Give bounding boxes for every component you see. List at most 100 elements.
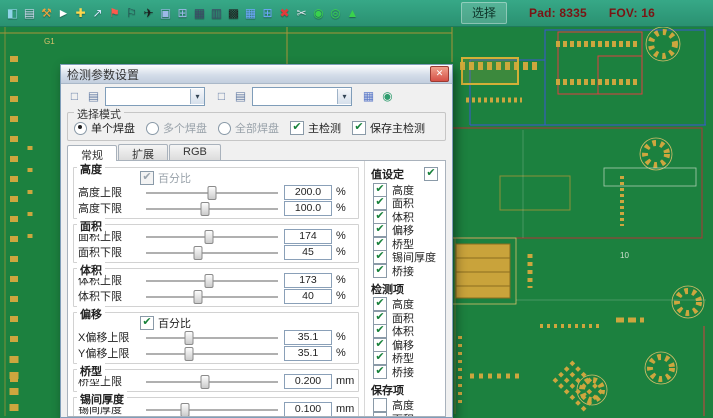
item-checkbox[interactable]: ✔ (373, 365, 387, 379)
slider[interactable] (144, 330, 280, 345)
slider-thumb[interactable] (201, 375, 210, 389)
item-checkbox[interactable]: ✔ (373, 223, 387, 237)
check-item[interactable]: ✔桥接 (371, 365, 441, 379)
jump-arrow-icon[interactable]: ↗ (89, 3, 106, 23)
checkbox-icon[interactable]: ✔ (290, 121, 304, 135)
item-checkbox[interactable]: ✔ (373, 324, 387, 338)
checkbox-icon[interactable]: ✔ (352, 121, 366, 135)
value-input[interactable] (284, 402, 332, 417)
new-profile-icon[interactable]: □ (66, 88, 83, 105)
value-input[interactable] (284, 273, 332, 288)
cut-icon[interactable]: ✂ (293, 3, 310, 23)
check-item[interactable]: ✔桥接 (371, 264, 441, 278)
value-input[interactable] (284, 346, 332, 361)
slider[interactable] (144, 201, 280, 216)
slider-thumb[interactable] (184, 347, 193, 361)
slider-thumb[interactable] (205, 230, 214, 244)
slider[interactable] (144, 346, 280, 361)
film-icon[interactable]: ▩ (225, 3, 242, 23)
item-checkbox[interactable]: ✔ (373, 196, 387, 210)
slider-thumb[interactable] (208, 186, 217, 200)
main-inspect-checkbox[interactable]: ✔主检测 (290, 120, 341, 136)
open-template-icon[interactable]: ▤ (232, 88, 249, 105)
value-input[interactable] (284, 330, 332, 345)
slider[interactable] (144, 289, 280, 304)
move-tool-icon[interactable]: ✚ (72, 3, 89, 23)
slider[interactable] (144, 185, 280, 200)
item-checkbox[interactable]: ✔ (373, 297, 387, 311)
slider-thumb[interactable] (180, 403, 189, 417)
value-input[interactable] (284, 201, 332, 216)
dialog-titlebar[interactable]: 检测参数设置 ✕ (61, 65, 452, 84)
confirm-icon[interactable]: ◉ (379, 88, 396, 105)
value-input[interactable] (284, 185, 332, 200)
grid-add-icon[interactable]: ⊞ (174, 3, 191, 23)
profile-combo-2[interactable]: ▾ (252, 87, 352, 106)
slider-thumb[interactable] (194, 246, 203, 260)
item-checkbox[interactable]: ✔ (373, 338, 387, 352)
percent-checkbox-row[interactable]: ✔百分比 (140, 171, 354, 184)
close-button[interactable]: ✕ (430, 66, 449, 82)
radio-icon[interactable] (146, 122, 159, 135)
array-blue-icon[interactable]: ▦ (242, 3, 259, 23)
new-template-icon[interactable]: □ (213, 88, 230, 105)
tools-icon[interactable]: ⚒ (38, 3, 55, 23)
slider[interactable] (144, 273, 280, 288)
panel-header-checkbox[interactable]: ✔ (424, 167, 438, 181)
item-checkbox[interactable]: ✔ (373, 237, 387, 251)
slider[interactable] (144, 229, 280, 244)
tab-RGB[interactable]: RGB (169, 144, 221, 160)
slider[interactable] (144, 245, 280, 260)
item-checkbox[interactable] (373, 412, 387, 416)
delete-icon[interactable]: ✖ (276, 3, 293, 23)
open-profile-icon[interactable]: ▤ (85, 88, 102, 105)
item-checkbox[interactable]: ✔ (373, 264, 387, 278)
value-input[interactable] (284, 229, 332, 244)
slider[interactable] (144, 374, 280, 389)
table-view-icon[interactable]: ▦ (360, 88, 377, 105)
check-item[interactable]: 面积 (371, 412, 441, 416)
value-input[interactable] (284, 245, 332, 260)
flag-marker-icon[interactable]: ⚐ (123, 3, 140, 23)
profile-combo-1[interactable]: ▾ (105, 87, 205, 106)
matrix-blue-icon[interactable]: ⊞ (259, 3, 276, 23)
select-mode-button[interactable]: 选择 (461, 2, 507, 24)
radio-multi-pad[interactable]: 多个焊盘 (146, 120, 207, 136)
percent-checkbox[interactable]: ✔ (140, 316, 154, 330)
rows-icon[interactable]: ▥ (208, 3, 225, 23)
item-checkbox[interactable]: ✔ (373, 250, 387, 264)
select-cursor-icon[interactable]: ► (55, 3, 72, 23)
save-icon[interactable]: ▤ (21, 3, 38, 23)
slider[interactable] (144, 402, 280, 417)
slider-thumb[interactable] (184, 331, 193, 345)
value-input[interactable] (284, 289, 332, 304)
capture-icon[interactable]: ◧ (4, 3, 21, 23)
table-icon[interactable]: ▦ (191, 3, 208, 23)
slider-thumb[interactable] (194, 290, 203, 304)
tab-扩展[interactable]: 扩展 (118, 144, 168, 160)
dropdown-arrow-icon[interactable]: ▾ (337, 89, 351, 104)
radio-all-pads[interactable]: 全部焊盘 (218, 120, 279, 136)
item-checkbox[interactable]: ✔ (373, 311, 387, 325)
item-checkbox[interactable]: ✔ (373, 210, 387, 224)
value-input[interactable] (284, 374, 332, 389)
percent-checkbox-row[interactable]: ✔百分比 (140, 316, 354, 329)
dropdown-arrow-icon[interactable]: ▾ (190, 89, 204, 104)
pin-marker-icon[interactable]: ⚑ (106, 3, 123, 23)
frame-select-icon[interactable]: ▣ (157, 3, 174, 23)
percent-checkbox[interactable]: ✔ (140, 171, 154, 185)
radio-icon[interactable] (74, 122, 87, 135)
slider-thumb[interactable] (205, 274, 214, 288)
item-checkbox[interactable] (373, 398, 387, 412)
item-checkbox[interactable]: ✔ (373, 183, 387, 197)
up-icon[interactable]: ▲ (344, 3, 361, 23)
navigate-icon[interactable]: ✈ (140, 3, 157, 23)
item-checkbox[interactable]: ✔ (373, 351, 387, 365)
radio-single-pad[interactable]: 单个焊盘 (74, 120, 135, 136)
stop-icon[interactable]: ◎ (327, 3, 344, 23)
save-main-inspect-checkbox[interactable]: ✔保存主检测 (352, 120, 425, 136)
radio-icon[interactable] (218, 122, 231, 135)
tab-常规[interactable]: 常规 (67, 145, 117, 161)
slider-thumb[interactable] (201, 202, 210, 216)
start-icon[interactable]: ◉ (310, 3, 327, 23)
